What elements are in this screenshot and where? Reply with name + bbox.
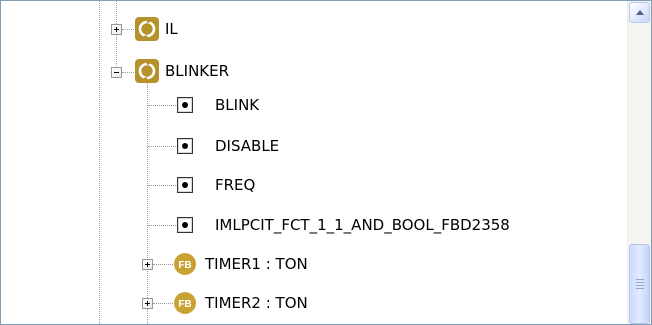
tree-item-label[interactable]: DISABLE bbox=[215, 136, 279, 156]
function-block-badge: FB bbox=[178, 260, 191, 271]
tree-item-label[interactable]: FREQ bbox=[215, 175, 255, 195]
tree-connector bbox=[148, 225, 176, 226]
tree-item-label[interactable]: BLINKER bbox=[165, 61, 229, 81]
function-block-badge: FB bbox=[178, 299, 191, 310]
function-block-icon: FB bbox=[174, 292, 196, 314]
tree-connector bbox=[148, 146, 176, 147]
variable-icon bbox=[177, 97, 193, 113]
function-block-icon: FB bbox=[174, 253, 196, 275]
tree-connector bbox=[99, 1, 100, 324]
tree-connector bbox=[148, 185, 176, 186]
tree-item-label[interactable]: IL bbox=[165, 19, 178, 39]
tree-connector bbox=[122, 29, 134, 30]
tree-item-label[interactable]: BLINK bbox=[215, 95, 259, 115]
expand-toggle-timer1[interactable] bbox=[142, 259, 153, 270]
scroll-up-button[interactable] bbox=[629, 2, 650, 23]
tree-item-label[interactable]: TIMER2 : TON bbox=[205, 293, 308, 313]
expand-toggle-il[interactable] bbox=[111, 24, 122, 35]
project-tree: IL BLINKER BLINK DISABLE FREQ IMLPCIT_FC… bbox=[1, 1, 626, 324]
tree-item-label[interactable]: TIMER1 : TON bbox=[205, 254, 308, 274]
program-icon bbox=[135, 17, 159, 41]
tree-connector bbox=[116, 1, 117, 74]
scrollbar-thumb[interactable] bbox=[629, 244, 650, 324]
variable-icon bbox=[177, 177, 193, 193]
tree-item-label[interactable]: IMLPCIT_FCT_1_1_AND_BOOL_FBD2358 bbox=[215, 215, 510, 235]
tree-connector bbox=[148, 105, 176, 106]
vertical-scrollbar[interactable] bbox=[627, 1, 651, 324]
program-icon bbox=[135, 59, 159, 83]
variable-icon bbox=[177, 217, 193, 233]
chevron-up-icon bbox=[636, 10, 644, 15]
tree-connector bbox=[147, 83, 148, 324]
collapse-toggle-blinker[interactable] bbox=[111, 67, 122, 78]
expand-toggle-timer2[interactable] bbox=[142, 298, 153, 309]
tree-connector bbox=[153, 303, 173, 304]
tree-view-panel: IL BLINKER BLINK DISABLE FREQ IMLPCIT_FC… bbox=[0, 0, 652, 325]
tree-connector bbox=[122, 72, 134, 73]
tree-connector bbox=[153, 264, 173, 265]
variable-icon bbox=[177, 138, 193, 154]
